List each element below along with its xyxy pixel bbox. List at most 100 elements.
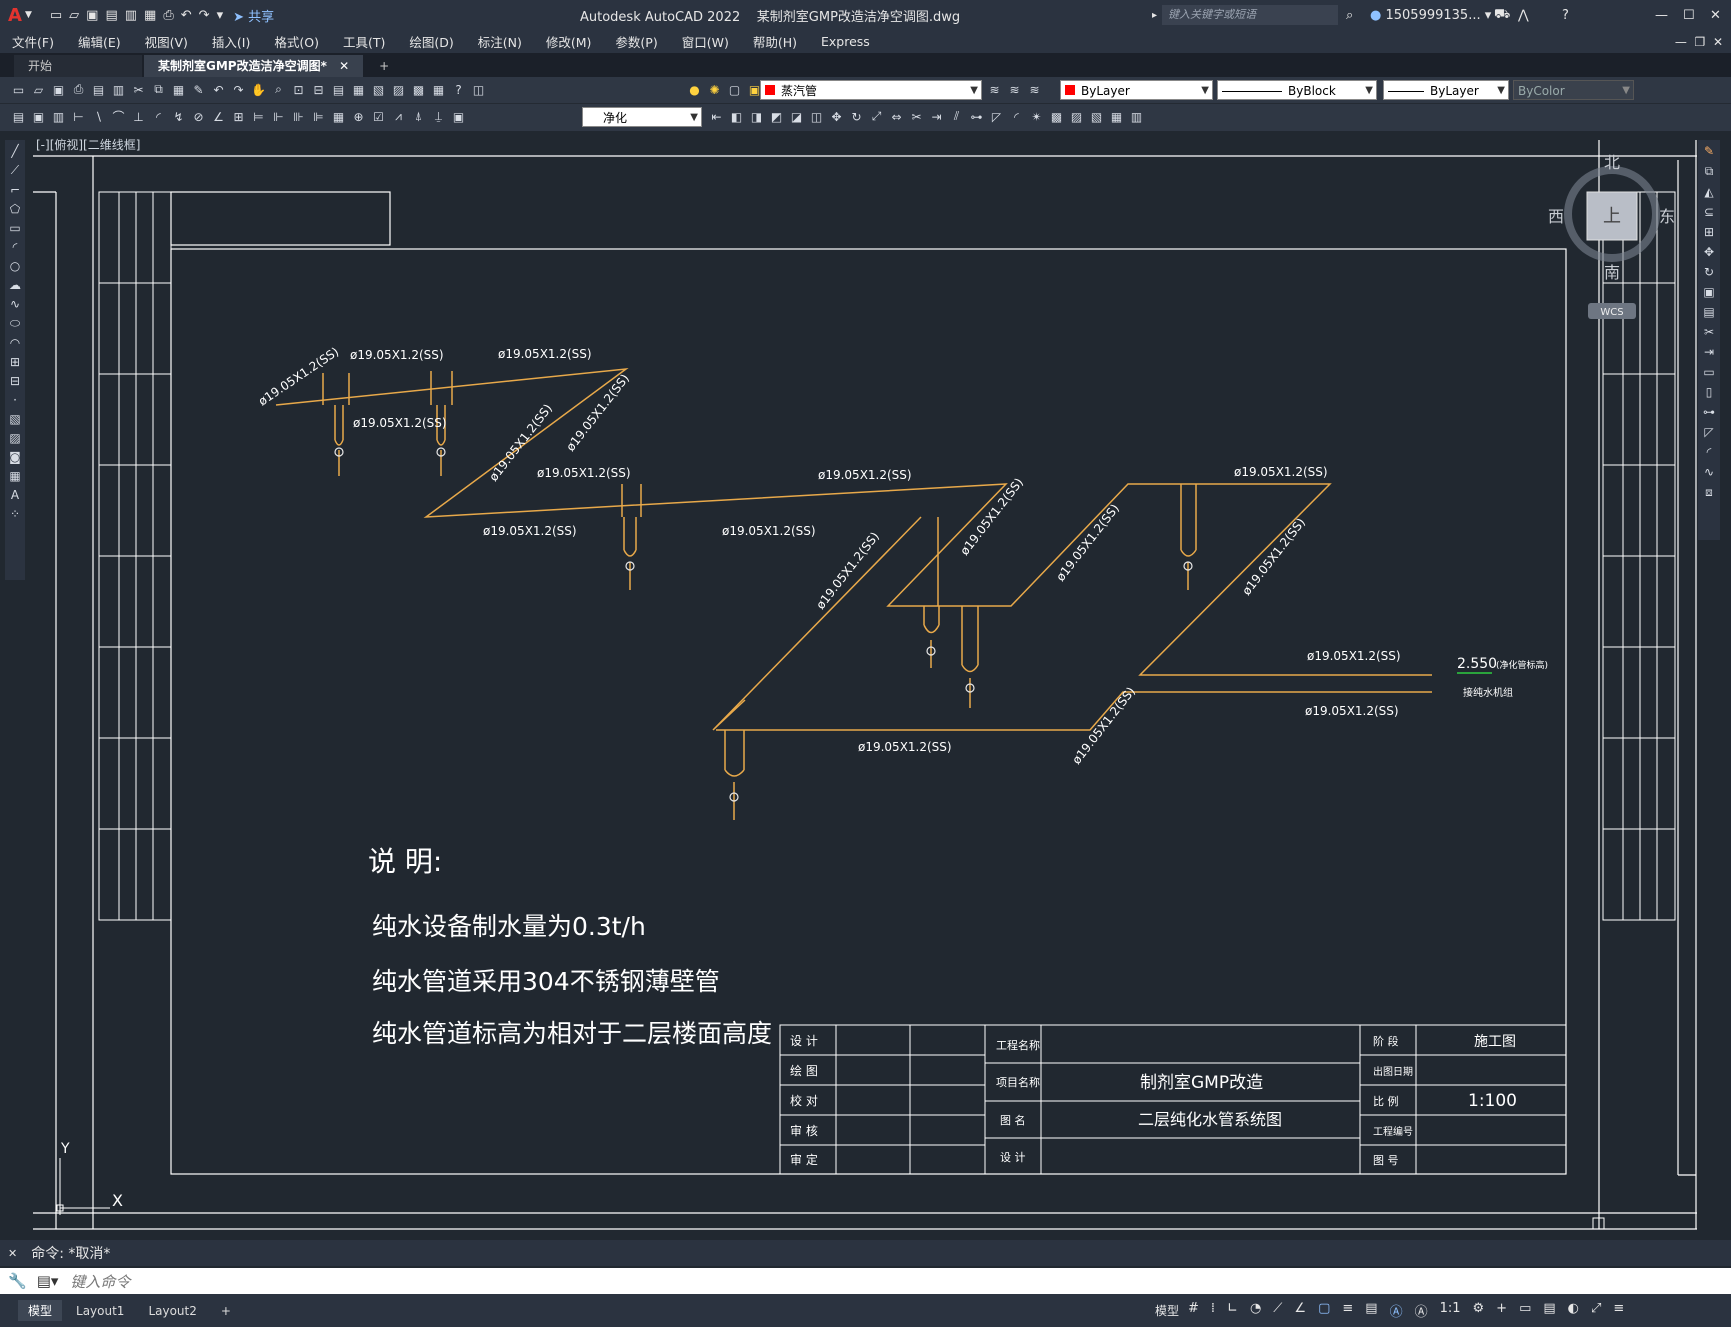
publish-icon[interactable]: ▥ (110, 81, 127, 98)
join-icon[interactable]: ⊶ (968, 108, 985, 125)
copy-icon[interactable]: ⧉ (1705, 164, 1714, 179)
scale-icon[interactable]: ⤢ (868, 108, 885, 125)
erase-icon[interactable]: ◧ (728, 108, 745, 125)
rectangle-icon[interactable]: ▭ (9, 221, 20, 235)
stretch-icon[interactable]: ▤ (1703, 305, 1714, 319)
trim-icon[interactable]: ✂ (908, 108, 925, 125)
open-icon[interactable]: ▱ (30, 81, 47, 98)
polyline-icon[interactable]: ⌐ (10, 183, 20, 197)
doc-minimize-button[interactable]: — (1675, 35, 1687, 49)
chamfer-icon[interactable]: ◸ (1704, 425, 1713, 439)
help-icon[interactable]: ? (1562, 8, 1569, 23)
menu-parametric[interactable]: 参数(P) (603, 32, 669, 51)
center-mark-icon[interactable]: ⊕ (350, 108, 367, 125)
blend-icon[interactable]: ∿ (1704, 465, 1714, 479)
save-icon[interactable]: ▣ (86, 8, 98, 23)
dim-break-icon[interactable]: ⊫ (310, 108, 327, 125)
redo-icon[interactable]: ↷ (199, 8, 210, 23)
draworder-back-icon[interactable]: ▨ (1068, 108, 1085, 125)
search-expand-icon[interactable]: ▸ (1152, 10, 1157, 21)
copy-object-icon[interactable]: ◨ (748, 108, 765, 125)
zoom-realtime-icon[interactable]: ⌕ (270, 81, 287, 98)
dimstyle-dropdown[interactable]: 净化 ▼ (582, 107, 702, 127)
command-close-icon[interactable]: ✕ (8, 1247, 17, 1260)
customization-icon[interactable]: ≡ (1613, 1301, 1624, 1320)
lineweight-dropdown[interactable]: ByLayer ▼ (1383, 80, 1509, 100)
quick-properties-icon[interactable]: ▤ (1543, 1301, 1555, 1320)
offset-icon[interactable]: ⊆ (1704, 205, 1714, 219)
menu-window[interactable]: 窗口(W) (670, 32, 741, 51)
paste-icon[interactable]: ▦ (170, 81, 187, 98)
point-icon[interactable]: · (13, 393, 17, 407)
viewport-freeze-icon[interactable]: ▢ (726, 81, 743, 98)
table-icon[interactable]: ▦ (9, 469, 20, 483)
rotate-icon[interactable]: ↻ (848, 108, 865, 125)
menu-format[interactable]: 格式(O) (262, 32, 331, 51)
dim-override-icon[interactable]: ▥ (50, 108, 67, 125)
menu-file[interactable]: 文件(F) (0, 32, 66, 51)
annotation-monitor-icon[interactable]: + (1496, 1301, 1507, 1320)
zoom-previous-icon[interactable]: ⊟ (310, 81, 327, 98)
linear-dim-icon[interactable]: ⊢ (70, 108, 87, 125)
isolate-icon[interactable]: ◐ (1568, 1301, 1579, 1320)
calculator-icon[interactable]: ▦ (430, 81, 447, 98)
baseline-dim-icon[interactable]: ⊨ (250, 108, 267, 125)
menu-express[interactable]: Express (809, 34, 882, 49)
drawing-canvas[interactable]: ø19.05X1.2(SS) ø19.05X1.2(SS) ø19.05X1.2… (0, 0, 1731, 1327)
match-properties-icon[interactable]: ✎ (190, 81, 207, 98)
plot-icon[interactable]: ⎙ (70, 81, 87, 98)
undo-icon[interactable]: ↶ (210, 81, 227, 98)
new-file-icon[interactable]: ▭ (50, 8, 62, 23)
autoscale-icon[interactable]: Ⓐ (1415, 1301, 1428, 1320)
break-icon[interactable]: ⫽ (948, 108, 965, 125)
line-icon[interactable]: ╱ (11, 144, 18, 158)
zoom-window-icon[interactable]: ⊡ (290, 81, 307, 98)
markup-icon[interactable]: ▩ (410, 81, 427, 98)
angular-dim-icon[interactable]: ∠ (210, 108, 227, 125)
dim-update-icon[interactable]: ▣ (30, 108, 47, 125)
sun-icon[interactable]: ✺ (706, 81, 723, 98)
offset-icon[interactable]: ◪ (788, 108, 805, 125)
command-menu-icon[interactable]: ▤▾ (37, 1272, 59, 1290)
save-web-icon[interactable]: ▦ (144, 8, 156, 23)
diameter-dim-icon[interactable]: ⊘ (190, 108, 207, 125)
layer-match-icon[interactable]: ≋ (1026, 81, 1043, 98)
tab-model[interactable]: 模型 (18, 1300, 63, 1321)
fillet-icon[interactable]: ◜ (1707, 445, 1712, 459)
continue-dim-icon[interactable]: ⊩ (270, 108, 287, 125)
customize-icon[interactable]: 🔧 (8, 1272, 27, 1290)
close-window-button[interactable]: ✕ (1710, 8, 1721, 23)
tab-layout1[interactable]: Layout1 (66, 1302, 134, 1320)
chamfer-icon[interactable]: ◸ (988, 108, 1005, 125)
help-icon[interactable]: ? (450, 81, 467, 98)
menu-dimension[interactable]: 标注(N) (466, 32, 534, 51)
command-input[interactable]: 键入命令 (70, 1271, 130, 1292)
osnap-track-icon[interactable]: ∠ (1294, 1301, 1306, 1320)
help-search-input[interactable]: 键入关键字或短语 (1162, 5, 1338, 25)
dim-space-icon[interactable]: ⊪ (290, 108, 307, 125)
pan-icon[interactable]: ✋ (250, 81, 267, 98)
radius-dim-icon[interactable]: ◜ (150, 108, 167, 125)
mirror-icon[interactable]: ◩ (768, 108, 785, 125)
doc-restore-button[interactable]: ❐ (1695, 35, 1706, 49)
make-current-layer-icon[interactable]: ≋ (986, 81, 1003, 98)
jogged-linear-icon[interactable]: ⩘ (390, 108, 407, 125)
properties-icon[interactable]: ▤ (330, 81, 347, 98)
dim-style-icon[interactable]: ▤ (10, 108, 27, 125)
search-icon[interactable]: ⌕ (1346, 8, 1353, 23)
join-icon[interactable]: ⊶ (1703, 405, 1715, 419)
color-dropdown[interactable]: ByLayer ▼ (1060, 80, 1213, 100)
grid-icon[interactable]: # (1188, 1301, 1199, 1320)
add-selected-icon[interactable]: ⁘ (10, 507, 20, 521)
array-icon[interactable]: ⊞ (1704, 225, 1714, 239)
rotate-icon[interactable]: ↻ (1704, 265, 1714, 279)
add-layout-button[interactable]: + (211, 1302, 241, 1320)
mtext-icon[interactable]: A (11, 488, 19, 502)
minimize-window-button[interactable]: — (1655, 8, 1668, 23)
annotation-visibility-icon[interactable]: Ⓐ (1390, 1301, 1403, 1320)
dim-text-edit-icon[interactable]: ⍊ (430, 108, 447, 125)
redo-icon[interactable]: ↷ (230, 81, 247, 98)
menu-tools[interactable]: 工具(T) (331, 32, 397, 51)
region-icon[interactable]: ◙ (9, 450, 21, 464)
mirror-icon[interactable]: ◭ (1704, 185, 1713, 199)
